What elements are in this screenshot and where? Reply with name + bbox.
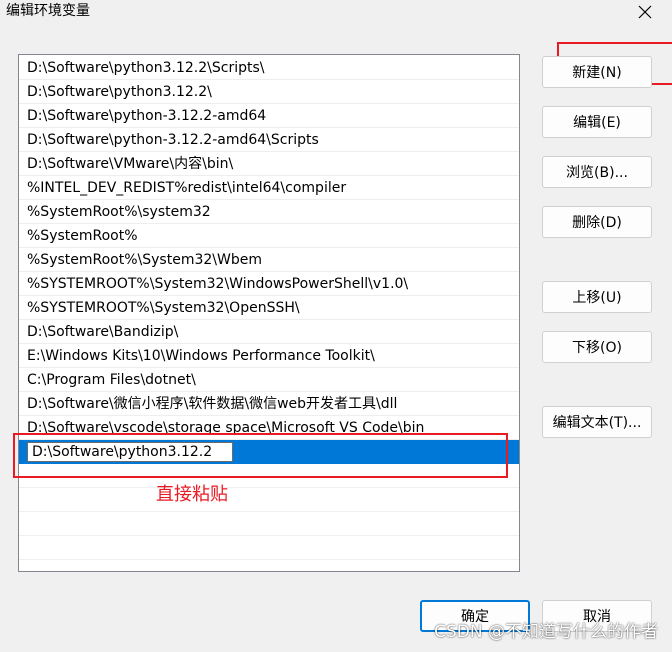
list-item[interactable]: D:\Software\python-3.12.2-amd64	[19, 104, 519, 128]
edit-environment-variable-dialog: 编辑环境变量 D:\Software\python3.12.2\Scripts\…	[0, 0, 672, 652]
list-item[interactable]: D:\Software\Bandizip\	[19, 320, 519, 344]
window-title: 编辑环境变量	[6, 3, 90, 19]
list-item[interactable]: %SystemRoot%\system32	[19, 200, 519, 224]
new-button[interactable]: 新建(N)	[542, 56, 652, 88]
title-bar: 编辑环境变量	[0, 0, 672, 26]
list-item[interactable]: D:\Software\VMware\内容\bin\	[19, 152, 519, 176]
delete-button[interactable]: 删除(D)	[542, 206, 652, 238]
path-list[interactable]: D:\Software\python3.12.2\Scripts\ D:\Soft…	[18, 54, 520, 572]
empty-row	[19, 536, 519, 560]
empty-row	[19, 560, 519, 571]
close-button[interactable]	[630, 0, 660, 24]
annotation-label: 直接粘贴	[156, 484, 228, 505]
empty-row	[19, 464, 519, 488]
list-item[interactable]: %SystemRoot%\System32\Wbem	[19, 248, 519, 272]
empty-row	[19, 512, 519, 536]
list-item[interactable]: %SystemRoot%	[19, 224, 519, 248]
list-item[interactable]: D:\Software\python3.12.2\Scripts\	[19, 56, 519, 80]
move-down-button[interactable]: 下移(O)	[542, 331, 652, 363]
browse-button[interactable]: 浏览(B)...	[542, 156, 652, 188]
close-icon	[638, 5, 652, 19]
list-item[interactable]: E:\Windows Kits\10\Windows Performance T…	[19, 344, 519, 368]
list-item[interactable]: D:\Software\微信小程序\软件数据\微信web开发者工具\dll	[19, 392, 519, 416]
edit-text-button[interactable]: 编辑文本(T)...	[542, 406, 652, 438]
list-item[interactable]: C:\Program Files\dotnet\	[19, 368, 519, 392]
path-edit-input[interactable]	[27, 442, 233, 462]
list-item[interactable]: D:\Software\python3.12.2\	[19, 80, 519, 104]
list-item[interactable]: D:\Software\python-3.12.2-amd64\Scripts	[19, 128, 519, 152]
watermark: CSDN @不知道写什么的作者	[434, 622, 658, 642]
edit-button[interactable]: 编辑(E)	[542, 106, 652, 138]
list-item[interactable]: %SYSTEMROOT%\System32\WindowsPowerShell\…	[19, 272, 519, 296]
list-item[interactable]: %INTEL_DEV_REDIST%redist\intel64\compile…	[19, 176, 519, 200]
empty-row	[19, 488, 519, 512]
list-item-selected[interactable]	[19, 440, 519, 464]
list-item[interactable]: D:\Software\vscode\storage space\Microso…	[19, 416, 519, 440]
move-up-button[interactable]: 上移(U)	[542, 281, 652, 313]
list-item[interactable]: %SYSTEMROOT%\System32\OpenSSH\	[19, 296, 519, 320]
